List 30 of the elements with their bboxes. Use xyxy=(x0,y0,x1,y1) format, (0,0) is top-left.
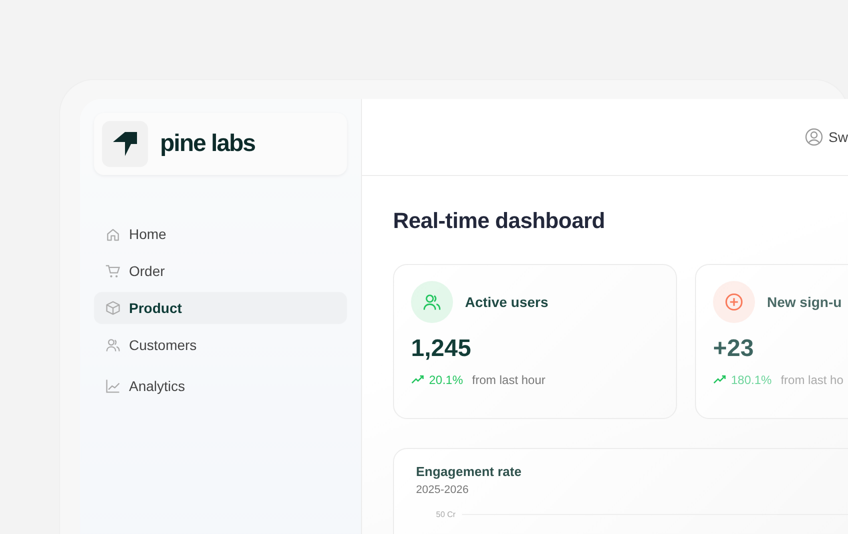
stat-value: 1,245 xyxy=(411,335,472,363)
axis-tick-label: 50 Cr xyxy=(436,510,456,519)
nav-item[interactable]: Product xyxy=(94,292,347,324)
stat-note: from last hour xyxy=(472,373,546,387)
plus-icon xyxy=(724,292,744,312)
stat-change: 20.1% xyxy=(429,373,464,387)
chart-subtitle: 2025-2026 xyxy=(416,484,470,496)
stat-title: New sign-u xyxy=(767,294,842,310)
trend-up-icon xyxy=(713,375,727,385)
home-icon xyxy=(105,226,121,242)
cart-icon xyxy=(105,263,121,279)
box-icon xyxy=(105,300,121,316)
nav-item[interactable]: Customers xyxy=(94,329,347,361)
stat-value: +23 xyxy=(713,335,755,363)
trend-up-icon xyxy=(411,375,425,385)
page-title: Real-time dashboard xyxy=(393,208,606,234)
logo-text: pine labs xyxy=(160,130,256,158)
users-icon xyxy=(422,292,442,312)
chart-title: Engagement rate xyxy=(416,464,522,479)
nav-item[interactable]: Order xyxy=(94,255,347,287)
user-name[interactable]: Sw xyxy=(828,129,848,145)
users-icon xyxy=(105,337,121,353)
stat-title: Active users xyxy=(465,294,548,310)
chart-icon xyxy=(105,378,121,394)
stat-change: 180.1% xyxy=(731,373,772,387)
nav-item[interactable]: Analytics xyxy=(94,370,347,402)
nav-item[interactable]: Home xyxy=(94,218,347,250)
stat-note: from last ho xyxy=(780,373,844,387)
user-icon[interactable] xyxy=(804,128,823,146)
logo-mark-icon xyxy=(102,121,148,167)
